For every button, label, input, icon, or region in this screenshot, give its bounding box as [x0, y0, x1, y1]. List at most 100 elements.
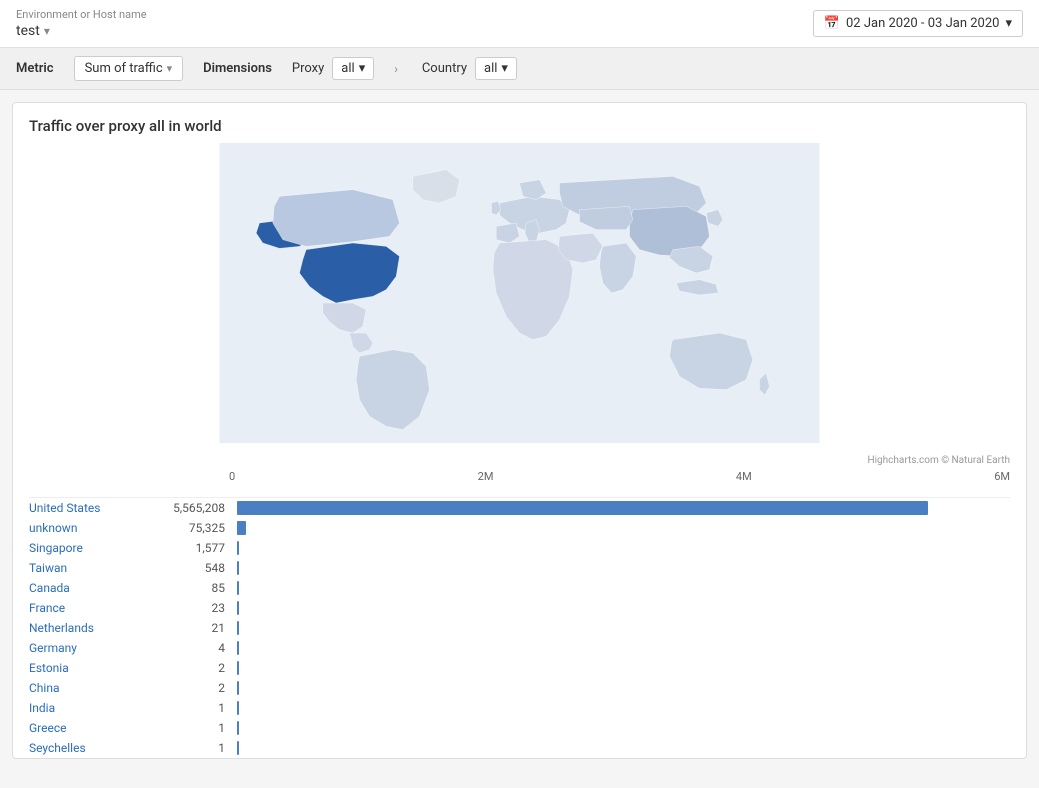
date-picker[interactable]: 📅 02 Jan 2020 - 03 Jan 2020 ▾	[813, 10, 1023, 37]
bar-cell	[229, 498, 1010, 518]
value-cell: 548	[159, 558, 229, 578]
bar-fill	[237, 621, 239, 635]
metric-dropdown[interactable]: Sum of traffic ▾	[74, 56, 184, 81]
metric-label: Metric	[16, 61, 54, 76]
metric-bar: Metric Sum of traffic ▾ Dimensions Proxy…	[0, 48, 1039, 90]
bar-cell	[229, 698, 1010, 718]
card-title: Traffic over proxy all in world	[13, 103, 1026, 143]
table-row: France 23	[29, 598, 1010, 618]
country-link[interactable]: Netherlands	[29, 621, 94, 635]
value-cell: 23	[159, 598, 229, 618]
proxy-select[interactable]: all ▾	[332, 57, 374, 80]
bar-fill	[237, 681, 239, 695]
date-arrow-icon: ▾	[1005, 16, 1012, 31]
bar-cell	[229, 558, 1010, 578]
bar-cell	[229, 718, 1010, 738]
table-row: Germany 4	[29, 638, 1010, 658]
bar-track	[237, 601, 987, 615]
table-row: Taiwan 548	[29, 558, 1010, 578]
table-row: unknown 75,325	[29, 518, 1010, 538]
country-cell: Netherlands	[29, 618, 159, 638]
country-select[interactable]: all ▾	[475, 57, 517, 80]
bar-track	[237, 641, 987, 655]
bar-fill	[237, 581, 239, 595]
bar-fill	[237, 641, 239, 655]
country-cell: United States	[29, 498, 159, 518]
country-link[interactable]: France	[29, 601, 65, 615]
map-attribution: Highcharts.com © Natural Earth	[13, 453, 1026, 470]
country-link[interactable]: Seychelles	[29, 741, 86, 755]
bar-fill	[237, 561, 239, 575]
country-link[interactable]: United States	[29, 501, 100, 515]
table-row: Estonia 2	[29, 658, 1010, 678]
bar-cell	[229, 578, 1010, 598]
table-row: Netherlands 21	[29, 618, 1010, 638]
value-cell: 1,577	[159, 538, 229, 558]
country-link[interactable]: Germany	[29, 641, 77, 655]
country-link[interactable]: Taiwan	[29, 561, 67, 575]
country-cell: Greece	[29, 718, 159, 738]
data-table-wrapper[interactable]: United States 5,565,208 unknown 75,325 S…	[13, 498, 1026, 758]
country-link[interactable]: India	[29, 701, 55, 715]
chart-area: 0 2M 4M 6M	[13, 470, 1026, 497]
value-cell: 21	[159, 618, 229, 638]
country-link[interactable]: Canada	[29, 581, 70, 595]
dimensions-label: Dimensions	[203, 61, 272, 76]
main-card: Traffic over proxy all in world	[12, 102, 1027, 759]
bar-cell	[229, 638, 1010, 658]
bar-cell	[229, 538, 1010, 558]
bar-fill	[237, 501, 928, 515]
metric-value: Sum of traffic	[85, 61, 163, 76]
bar-cell	[229, 738, 1010, 758]
bar-fill	[237, 601, 239, 615]
country-cell: Estonia	[29, 658, 159, 678]
value-cell: 5,565,208	[159, 498, 229, 518]
bar-cell	[229, 678, 1010, 698]
bar-cell	[229, 598, 1010, 618]
data-table: United States 5,565,208 unknown 75,325 S…	[29, 498, 1010, 758]
env-value: test	[16, 23, 40, 39]
bar-track	[237, 701, 987, 715]
bar-fill	[237, 741, 239, 755]
top-bar: Environment or Host name test ▾ 📅 02 Jan…	[0, 0, 1039, 48]
date-range: 02 Jan 2020 - 03 Jan 2020	[846, 16, 999, 31]
x-axis: 0 2M 4M 6M	[29, 470, 1010, 489]
value-cell: 75,325	[159, 518, 229, 538]
country-link[interactable]: China	[29, 681, 60, 695]
value-cell: 1	[159, 738, 229, 758]
table-row: Seychelles 1	[29, 738, 1010, 758]
table-row: Canada 85	[29, 578, 1010, 598]
country-link[interactable]: unknown	[29, 521, 77, 535]
country-link[interactable]: Greece	[29, 721, 67, 735]
bar-track	[237, 581, 987, 595]
proxy-value: all	[341, 61, 354, 76]
country-cell: India	[29, 698, 159, 718]
country-cell: Singapore	[29, 538, 159, 558]
table-row: India 1	[29, 698, 1010, 718]
bar-track	[237, 661, 987, 675]
value-cell: 2	[159, 678, 229, 698]
env-section: Environment or Host name test ▾	[16, 8, 147, 39]
bar-fill	[237, 721, 239, 735]
env-select[interactable]: test ▾	[16, 23, 147, 39]
country-cell: France	[29, 598, 159, 618]
value-cell: 1	[159, 698, 229, 718]
x-axis-4m: 4M	[736, 470, 752, 483]
metric-arrow-icon: ▾	[167, 62, 173, 75]
bar-track	[237, 621, 987, 635]
value-cell: 85	[159, 578, 229, 598]
table-row: China 2	[29, 678, 1010, 698]
bar-fill	[237, 701, 239, 715]
bar-track	[237, 541, 987, 555]
chevron-right-icon: ›	[394, 62, 398, 76]
env-label: Environment or Host name	[16, 8, 147, 21]
bar-track	[237, 741, 987, 755]
country-cell: Canada	[29, 578, 159, 598]
country-link[interactable]: Estonia	[29, 661, 69, 675]
env-arrow-icon: ▾	[44, 24, 50, 38]
bar-cell	[229, 618, 1010, 638]
country-link[interactable]: Singapore	[29, 541, 83, 555]
bar-track	[237, 681, 987, 695]
bar-track	[237, 501, 987, 515]
bar-track	[237, 721, 987, 735]
